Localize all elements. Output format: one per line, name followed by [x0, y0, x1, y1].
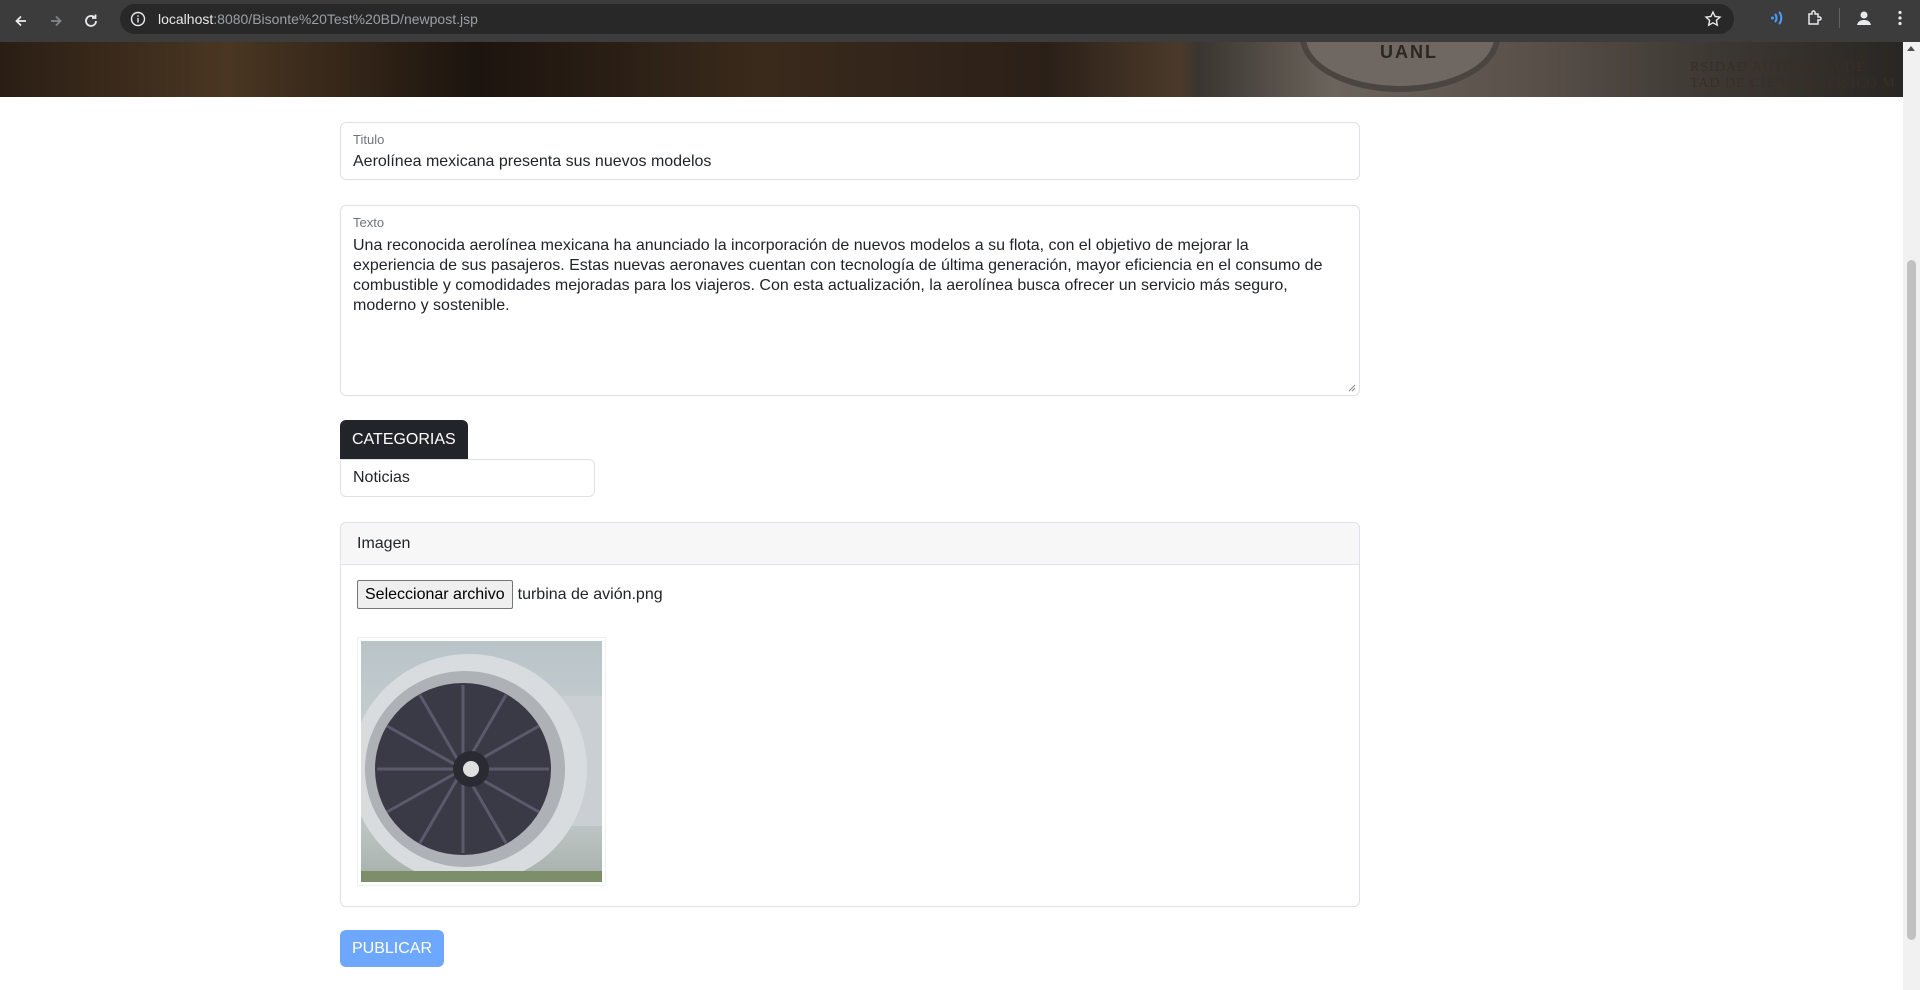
image-preview: [357, 637, 606, 886]
scroll-up-arrow-icon[interactable]: [1907, 46, 1915, 51]
site-info-icon[interactable]: [130, 11, 146, 27]
toolbar-actions: [1767, 6, 1912, 30]
menu-icon: [1898, 10, 1902, 26]
image-card-header: Imagen: [341, 523, 1359, 565]
forward-button[interactable]: [42, 7, 70, 35]
resize-handle-icon[interactable]: [1348, 384, 1356, 392]
new-post-form: Titulo Aerolínea mexicana presenta sus n…: [340, 122, 1360, 907]
text-textarea[interactable]: Una reconocida aerolínea mexicana ha anu…: [353, 236, 1331, 316]
scrollbar-thumb[interactable]: [1907, 260, 1916, 940]
file-input[interactable]: Seleccionar archivo turbina de avión.png: [357, 580, 663, 609]
profile-button[interactable]: [1852, 6, 1876, 30]
title-field[interactable]: Titulo Aerolínea mexicana presenta sus n…: [340, 122, 1360, 180]
header-banner-image: UANL RSIDAD AUTÓNOMA DE TAD DE CIENCIAS …: [0, 42, 1903, 97]
selected-file-name: turbina de avión.png: [517, 585, 663, 603]
text-label: Texto: [353, 215, 385, 230]
category-select[interactable]: Noticias: [340, 459, 595, 497]
media-button[interactable]: [1767, 6, 1791, 30]
text-field[interactable]: Texto Una reconocida aerolínea mexicana …: [340, 205, 1360, 396]
reload-button[interactable]: [77, 7, 105, 35]
choose-file-button[interactable]: Seleccionar archivo: [357, 580, 513, 609]
url-path: :8080/Bisonte%20Test%20BD/newpost.jsp: [213, 11, 478, 27]
engraved-line-2: TAD DE CIENCIAS FÍSICO M: [1690, 76, 1896, 91]
jet-engine-image: [361, 641, 602, 882]
reload-icon: [85, 14, 97, 27]
extensions-button[interactable]: [1803, 6, 1827, 30]
browser-toolbar: localhost:8080/Bisonte%20Test%20BD/newpo…: [0, 0, 1920, 42]
engraved-line-1: RSIDAD AUTÓNOMA DE: [1690, 60, 1866, 75]
url-text: localhost:8080/Bisonte%20Test%20BD/newpo…: [158, 11, 478, 27]
media-icon: [1771, 11, 1783, 25]
address-bar[interactable]: localhost:8080/Bisonte%20Test%20BD/newpo…: [120, 4, 1734, 34]
categories-button[interactable]: CATEGORIAS: [340, 420, 468, 459]
back-icon: [15, 15, 26, 27]
image-card: Imagen Seleccionar archivo turbina de av…: [340, 522, 1360, 907]
page-scrollbar[interactable]: [1903, 42, 1920, 990]
title-input[interactable]: Aerolínea mexicana presenta sus nuevos m…: [353, 153, 711, 171]
forward-icon: [51, 15, 62, 27]
profile-icon: [1857, 11, 1871, 25]
back-button[interactable]: [7, 7, 35, 35]
publish-button[interactable]: PUBLICAR: [340, 930, 445, 967]
engraved-text: RSIDAD AUTÓNOMA DE TAD DE CIENCIAS FÍSIC…: [1690, 60, 1896, 92]
extensions-icon: [1808, 10, 1822, 25]
menu-button[interactable]: [1888, 6, 1912, 30]
title-label: Titulo: [353, 132, 385, 147]
toolbar-divider: [1839, 8, 1840, 28]
url-host: localhost: [158, 11, 214, 27]
seal-text: UANL: [1380, 42, 1438, 62]
bookmark-star-icon[interactable]: [1704, 10, 1722, 28]
